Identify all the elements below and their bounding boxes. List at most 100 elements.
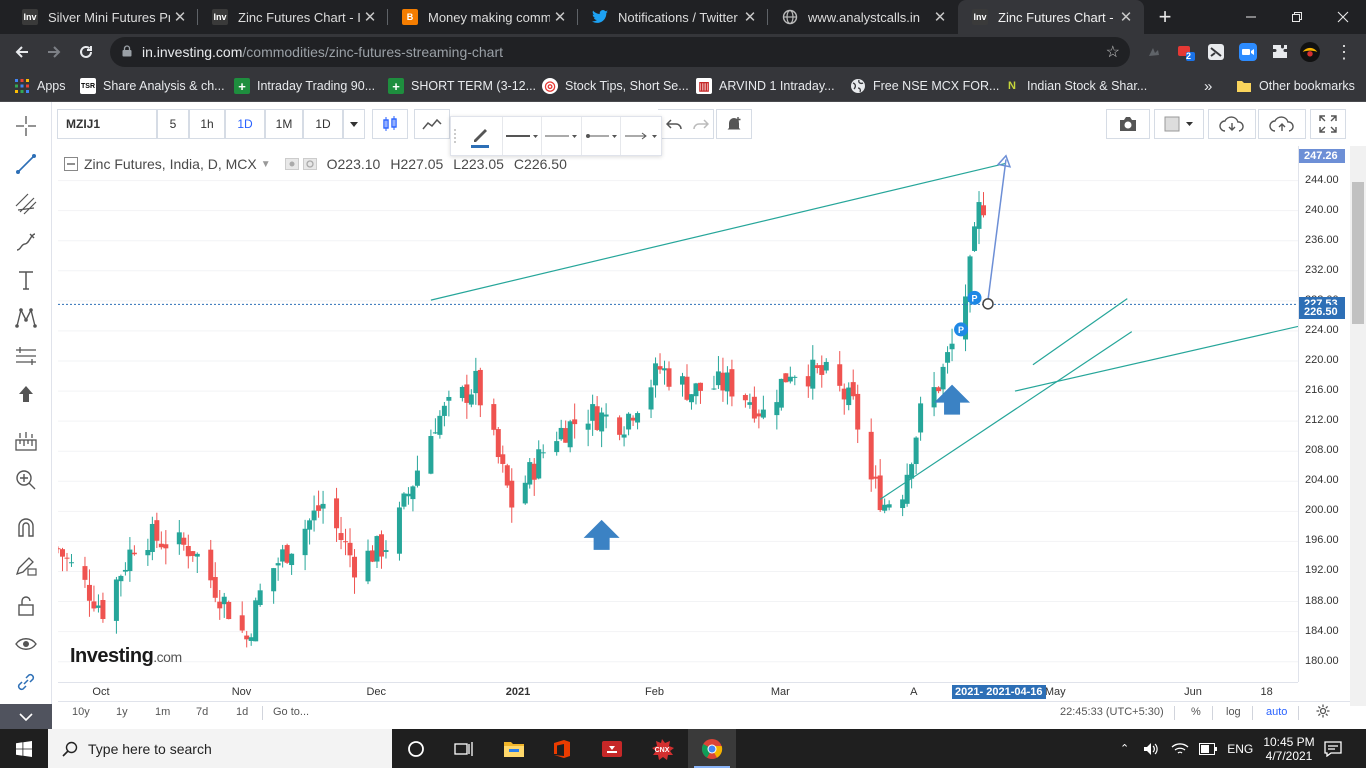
candles-style-button[interactable] — [372, 109, 408, 139]
profile-avatar[interactable] — [1300, 42, 1320, 62]
interval-5[interactable]: 5 — [157, 109, 189, 139]
line-width-button[interactable] — [503, 117, 543, 155]
pitchfork-tool-button[interactable] — [12, 190, 40, 218]
page-scrollbar[interactable] — [1350, 146, 1366, 706]
legend-dropdown-icon[interactable]: ▼ — [261, 159, 271, 170]
bookmark-short-term[interactable]: + SHORT TERM (3-12... — [388, 76, 536, 96]
extension-red-icon[interactable]: 2 — [1176, 42, 1196, 62]
line-end-left-button[interactable] — [582, 117, 622, 155]
other-bookmarks-folder[interactable]: Other bookmarks — [1236, 76, 1355, 96]
cloud-load-button[interactable] — [1208, 109, 1256, 139]
screenshot-button[interactable] — [1106, 109, 1150, 139]
bookmarks-overflow-button[interactable]: » — [1204, 76, 1212, 96]
close-icon[interactable]: ✕ — [170, 8, 190, 26]
forward-button[interactable] — [40, 38, 68, 66]
bookmark-arvind-intraday[interactable]: ▥ ARVIND 1 Intraday... — [696, 76, 835, 96]
tab-zinc-futures-chart-active[interactable]: Inv Zinc Futures Chart - Inv ✕ — [958, 0, 1144, 34]
chart-properties-button[interactable] — [1154, 109, 1204, 139]
tab-silver-mini-futures[interactable]: Inv Silver Mini Futures Price ✕ — [8, 0, 198, 34]
range-1d-button[interactable]: 1d — [236, 706, 248, 718]
measure-tool-button[interactable] — [12, 428, 40, 456]
tray-overflow-icon[interactable]: ⌃ — [1120, 742, 1129, 755]
brush-tool-button[interactable] — [12, 228, 40, 256]
extension-puzzle-dim-icon[interactable] — [1144, 42, 1164, 62]
interval-dropdown-button[interactable] — [343, 109, 365, 139]
chart-pane[interactable]: PP — [58, 146, 1298, 682]
back-button[interactable] — [8, 38, 36, 66]
drag-handle[interactable] — [451, 117, 459, 155]
close-icon[interactable]: ✕ — [550, 8, 570, 26]
bookmark-apps[interactable]: Apps — [14, 76, 66, 96]
wifi-icon[interactable] — [1171, 742, 1189, 756]
range-1m-button[interactable]: 1m — [155, 706, 170, 718]
fullscreen-button[interactable] — [1310, 109, 1346, 139]
interval-1h[interactable]: 1h — [189, 109, 225, 139]
bookmark-indian-stock[interactable]: N Indian Stock & Shar... — [1004, 76, 1147, 96]
browser-menu-icon[interactable]: ⋮ — [1334, 42, 1354, 62]
hide-drawings-button[interactable] — [12, 630, 40, 658]
lock-icon[interactable] — [122, 45, 132, 57]
stay-in-drawing-button[interactable] — [12, 552, 40, 580]
bookmark-intraday-trading[interactable]: + Intraday Trading 90... — [234, 76, 375, 96]
taskbar-search-box[interactable]: Type here to search — [48, 729, 392, 768]
price-axis[interactable]: 244.00240.00236.00232.00228.00224.00220.… — [1298, 146, 1350, 682]
restore-button[interactable] — [1274, 0, 1320, 34]
minimize-button[interactable] — [1228, 0, 1274, 34]
cortana-button[interactable] — [392, 729, 440, 768]
reload-button[interactable] — [72, 38, 100, 66]
range-7d-button[interactable]: 7d — [196, 706, 208, 718]
close-icon[interactable]: ✕ — [1116, 8, 1136, 26]
bookmark-star-icon[interactable]: ☆ — [1106, 42, 1120, 62]
icon-tool-button[interactable] — [12, 380, 40, 408]
cnx-app-button[interactable]: CNX — [638, 729, 686, 768]
clock-time[interactable]: 22:45:33 (UTC+5:30) — [1060, 706, 1164, 718]
start-button[interactable] — [0, 729, 48, 768]
magnet-tool-button[interactable] — [12, 514, 40, 542]
bookmark-free-nse-mcx[interactable]: Free NSE MCX FOR... — [850, 76, 999, 96]
close-icon[interactable]: ✕ — [740, 8, 760, 26]
percent-scale-button[interactable]: % — [1191, 706, 1201, 718]
office-button[interactable] — [538, 729, 586, 768]
symbol-search-input[interactable]: MZIJ1 — [57, 109, 157, 139]
interval-1m[interactable]: 1M — [265, 109, 303, 139]
sync-drawings-button[interactable] — [12, 668, 40, 696]
collapse-legend-icon[interactable] — [64, 157, 78, 171]
tab-money-making-commodity[interactable]: B Money making commo ✕ — [388, 0, 578, 34]
time-axis[interactable]: Oct Nov Dec 2021 Feb Mar A May Jun 18 2021- 2021-0… — [58, 682, 1298, 700]
notifications-button[interactable] — [1324, 729, 1344, 768]
range-10y-button[interactable]: 10y — [72, 706, 90, 718]
pattern-tool-button[interactable] — [12, 304, 40, 332]
crosshair-tool-button[interactable] — [12, 112, 40, 140]
prediction-tool-button[interactable] — [12, 342, 40, 370]
trendline-tool-button[interactable] — [12, 150, 40, 178]
goto-date-button[interactable]: Go to... — [273, 706, 309, 718]
file-explorer-button[interactable] — [490, 729, 538, 768]
media-app-button[interactable] — [588, 729, 636, 768]
extension-media-icon[interactable] — [1206, 42, 1226, 62]
price-chart[interactable]: PP — [58, 146, 1298, 682]
tab-zinc-futures-chart[interactable]: Inv Zinc Futures Chart - Inv ✕ — [198, 0, 388, 34]
task-view-button[interactable] — [440, 729, 488, 768]
interval-1d[interactable]: 1D — [225, 109, 265, 139]
interval-dropdown[interactable]: 1D — [303, 109, 343, 139]
scrollbar-thumb[interactable] — [1352, 182, 1364, 324]
chart-settings-button[interactable] — [1316, 704, 1330, 721]
address-bar[interactable]: in.investing.com/commodities/zinc-future… — [110, 37, 1130, 67]
battery-icon[interactable] — [1199, 742, 1218, 755]
bookmark-stock-tips[interactable]: ◎ Stock Tips, Short Se... — [542, 76, 689, 96]
clock[interactable]: 10:45 PM 4/7/2021 — [1256, 729, 1322, 768]
language-indicator[interactable]: ENG — [1227, 742, 1253, 756]
area-style-button[interactable] — [414, 109, 450, 139]
settings-icon[interactable] — [284, 158, 299, 170]
line-style-button[interactable] — [542, 117, 582, 155]
extensions-puzzle-icon[interactable] — [1270, 42, 1290, 62]
toolbar-collapse-button[interactable] — [0, 704, 52, 730]
auto-scale-button[interactable]: auto — [1266, 706, 1287, 718]
log-scale-button[interactable]: log — [1226, 706, 1241, 718]
tab-twitter-notifications[interactable]: Notifications / Twitter ✕ — [578, 0, 768, 34]
text-tool-button[interactable] — [12, 266, 40, 294]
line-end-right-button[interactable] — [621, 117, 661, 155]
zoom-extension-icon[interactable] — [1238, 42, 1258, 62]
range-1y-button[interactable]: 1y — [116, 706, 128, 718]
tab-analystcalls[interactable]: www.analystcalls.in ✕ — [768, 0, 958, 34]
